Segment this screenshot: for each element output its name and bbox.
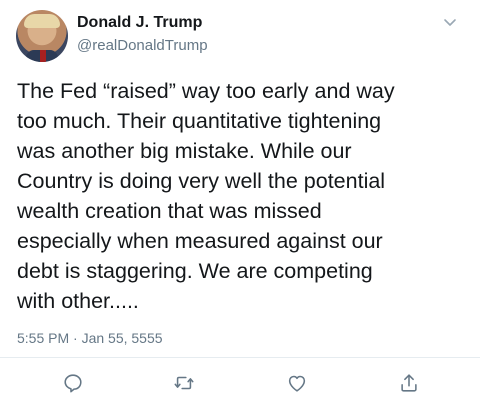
tweet-text: The Fed “raised” way too early and way t… — [17, 79, 395, 313]
author-name[interactable]: Donald J. Trump — [77, 14, 202, 32]
divider — [0, 357, 480, 358]
tweet-actions — [0, 370, 480, 404]
author-handle[interactable]: @realDonaldTrump — [77, 37, 208, 54]
comment-icon[interactable] — [62, 372, 84, 394]
heart-icon[interactable] — [286, 372, 308, 394]
tweet-header: Donald J. Trump @realDonaldTrump — [0, 0, 480, 72]
avatar-hair — [24, 14, 60, 28]
chevron-down-icon[interactable] — [442, 14, 458, 30]
share-icon[interactable] — [398, 372, 420, 394]
avatar[interactable] — [16, 10, 68, 62]
avatar-tie — [40, 50, 46, 62]
retweet-icon[interactable] — [173, 372, 195, 394]
tweet-timestamp[interactable]: 5:55 PM · Jan 55, 5555 — [17, 330, 163, 346]
